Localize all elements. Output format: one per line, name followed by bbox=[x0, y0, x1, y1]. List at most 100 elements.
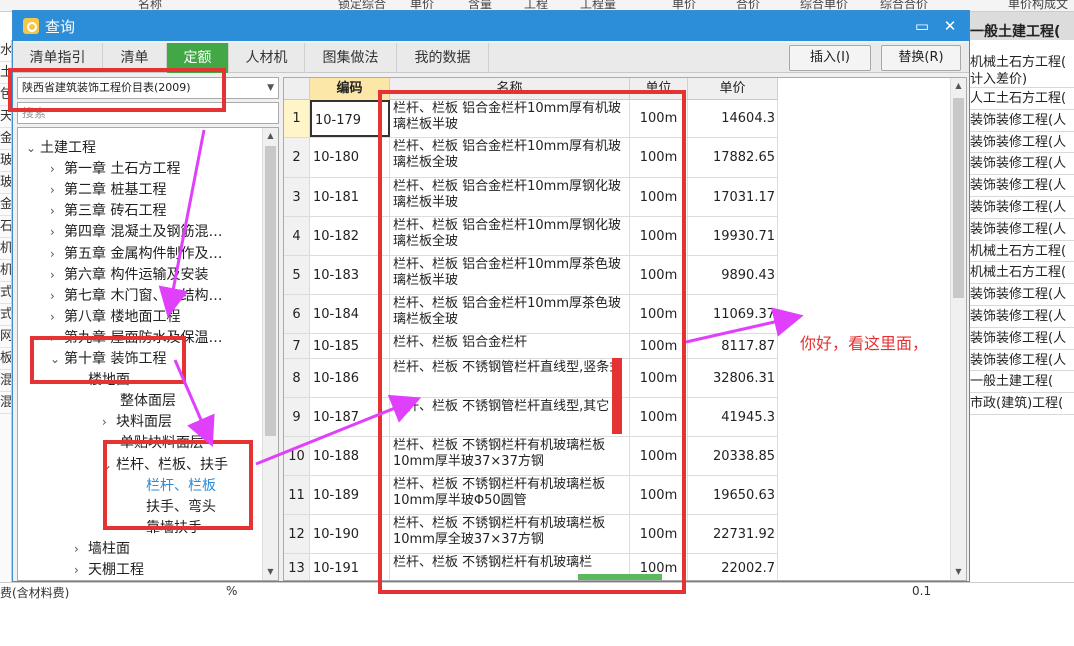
tree-item[interactable]: › 第三章 砖石工程 bbox=[50, 201, 166, 222]
chevron-down-icon[interactable]: ▼ bbox=[267, 78, 274, 98]
background-left-cell: 板 bbox=[0, 348, 11, 370]
chevron-down-icon[interactable]: ⌄ bbox=[50, 349, 64, 370]
tab-atlas-method[interactable]: 图集做法 bbox=[305, 43, 397, 73]
grid-row-price: 8117.87 bbox=[688, 334, 778, 358]
tree-scroll-thumb[interactable] bbox=[265, 146, 276, 436]
grid-horizontal-scroll-thumb[interactable] bbox=[578, 574, 662, 580]
grid-scrollbar[interactable]: ▲ ▼ bbox=[950, 78, 966, 580]
insert-button[interactable]: 插入(I) bbox=[789, 45, 871, 71]
tree-item[interactable]: 栏杆、栏板 bbox=[146, 476, 216, 497]
tree-scrollbar[interactable]: ▲ ▼ bbox=[262, 128, 278, 580]
chevron-right-icon[interactable]: › bbox=[50, 328, 64, 349]
tree-item[interactable]: ⌄ 第十章 装饰工程 bbox=[50, 349, 166, 370]
tree-item[interactable]: 整体面层 bbox=[120, 391, 176, 412]
grid-row[interactable]: 5 10-183 栏杆、栏板 铝合金栏杆10mm厚茶色玻璃栏板半玻 100m 9890.… bbox=[284, 256, 778, 295]
tab-bill-guide[interactable]: 清单指引 bbox=[13, 43, 103, 73]
chevron-right-icon[interactable]: › bbox=[50, 286, 64, 307]
scroll-down-icon[interactable]: ▼ bbox=[263, 564, 278, 580]
tree-item-label: 第五章 金属构件制作及… bbox=[64, 245, 223, 262]
chevron-right-icon[interactable]: › bbox=[50, 307, 64, 328]
grid-row[interactable]: 13 10-191 栏杆、栏板 不锈钢栏杆有机玻璃栏 100m 22002.7 bbox=[284, 554, 778, 580]
tree-item[interactable]: ⌄ 楼地面 bbox=[74, 370, 130, 391]
tree-item[interactable]: › 第五章 金属构件制作及… bbox=[50, 244, 222, 265]
grid-header-price[interactable]: 单价 bbox=[688, 78, 778, 100]
grid-scroll-thumb[interactable] bbox=[953, 98, 964, 298]
chevron-right-icon[interactable]: › bbox=[50, 222, 64, 243]
chevron-right-icon[interactable]: › bbox=[74, 560, 88, 580]
tree-item[interactable]: › 第七章 木门窗、木结构… bbox=[50, 286, 222, 307]
grid-row-unit: 100m bbox=[630, 437, 688, 475]
grid-row-code: 10-188 bbox=[310, 437, 390, 475]
grid-row[interactable]: 11 10-189 栏杆、栏板 不锈钢栏杆有机玻璃栏板10mm厚半玻Φ50圆管 100… bbox=[284, 476, 778, 515]
tree-item[interactable]: 靠墙扶手 bbox=[146, 518, 202, 539]
tree-item[interactable]: › 第二章 桩基工程 bbox=[50, 180, 166, 201]
chevron-right-icon[interactable]: › bbox=[102, 412, 116, 433]
grid-header-code[interactable]: 编码 bbox=[310, 78, 390, 100]
grid-row[interactable]: 10 10-188 栏杆、栏板 不锈钢栏杆有机玻璃栏板10mm厚半玻37×37方钢 1… bbox=[284, 437, 778, 476]
grid-header-name[interactable]: 名称 bbox=[390, 78, 630, 100]
chevron-right-icon[interactable]: › bbox=[50, 265, 64, 286]
tree-item-label: 第八章 楼地面工程 bbox=[64, 308, 181, 325]
background-left-cell: 玻 bbox=[0, 172, 11, 194]
grid-row-index: 2 bbox=[284, 138, 310, 177]
grid-row[interactable]: 9 10-187 栏杆、栏板 不锈钢管栏杆直线型,其它 100m 41945.3 bbox=[284, 398, 778, 437]
grid-row-index: 9 bbox=[284, 398, 310, 436]
grid-row-code: 10-180 bbox=[310, 138, 390, 177]
tree-item[interactable]: ⌄ 土建工程 bbox=[26, 138, 96, 159]
search-input[interactable]: 搜索 bbox=[17, 102, 279, 124]
chapter-tree: ⌄ 土建工程 › 第一章 土石方工程 › 第二章 桩基工程 › 第三章 砖石工程 › 第四章 混凝… bbox=[17, 127, 279, 581]
tree-item[interactable]: › 天棚工程 bbox=[74, 560, 144, 580]
tree-item-label: 墙柱面 bbox=[88, 540, 130, 557]
library-select-value: 陕西省建筑装饰工程价目表(2009) bbox=[22, 81, 191, 94]
tree-item[interactable]: › 墙柱面 bbox=[74, 539, 130, 560]
tree-item[interactable]: › 第九章 屋面防水及保温… bbox=[50, 328, 222, 349]
grid-row-name: 栏杆、栏板 铝合金栏杆 bbox=[390, 334, 630, 358]
tree-item[interactable]: 扶手、弯头 bbox=[146, 497, 216, 518]
tree-item[interactable]: ⌄ 栏杆、栏板、扶手 bbox=[102, 455, 228, 476]
tab-labor-material[interactable]: 人材机 bbox=[229, 43, 305, 73]
tree-item[interactable]: › 块料面层 bbox=[102, 412, 172, 433]
grid-row[interactable]: 12 10-190 栏杆、栏板 不锈钢栏杆有机玻璃栏板10mm厚全玻37×37方钢 1… bbox=[284, 515, 778, 554]
grid-row[interactable]: 4 10-182 栏杆、栏板 铝合金栏杆10mm厚钢化玻璃栏板全玻 100m 19930… bbox=[284, 217, 778, 256]
chevron-right-icon[interactable]: › bbox=[74, 539, 88, 560]
chevron-down-icon[interactable]: ⌄ bbox=[26, 138, 40, 159]
chevron-down-icon[interactable]: ⌄ bbox=[74, 370, 88, 391]
replace-button[interactable]: 替换(R) bbox=[881, 45, 961, 71]
chevron-right-icon[interactable]: › bbox=[50, 244, 64, 265]
background-right-row: 装饰装修工程(人 bbox=[966, 350, 1074, 372]
tab-bill[interactable]: 清单 bbox=[103, 43, 167, 73]
grid-row-index: 8 bbox=[284, 359, 310, 397]
grid-row[interactable]: 3 10-181 栏杆、栏板 铝合金栏杆10mm厚钢化玻璃栏板半玻 100m 17031… bbox=[284, 178, 778, 217]
grid-row[interactable]: 7 10-185 栏杆、栏板 铝合金栏杆 100m 8117.87 bbox=[284, 334, 778, 359]
tree-item[interactable]: › 第八章 楼地面工程 bbox=[50, 307, 180, 328]
tree-item[interactable]: › 第六章 构件运输及安装 bbox=[50, 265, 208, 286]
grid-row[interactable]: 8 10-186 栏杆、栏板 不锈钢管栏杆直线型,竖条式 100m 32806.31 bbox=[284, 359, 778, 398]
scroll-down-icon[interactable]: ▼ bbox=[951, 564, 966, 580]
grid-header-unit[interactable]: 单位 bbox=[630, 78, 688, 100]
grid-row[interactable]: 1 10-179 栏杆、栏板 铝合金栏杆10mm厚有机玻璃栏板半玻 100m 14604… bbox=[284, 100, 778, 138]
scroll-up-icon[interactable]: ▲ bbox=[951, 78, 966, 94]
tree-item[interactable]: › 第四章 混凝土及钢筋混… bbox=[50, 222, 222, 243]
dialog-titlebar[interactable]: 查询 ▭ ✕ bbox=[13, 11, 969, 41]
app-icon bbox=[23, 18, 39, 34]
grid-row-code: 10-187 bbox=[310, 398, 390, 436]
background-right-row: 市政(建筑)工程( bbox=[966, 393, 1074, 415]
chevron-right-icon[interactable]: › bbox=[50, 180, 64, 201]
close-icon[interactable]: ✕ bbox=[939, 15, 961, 37]
tree-item[interactable]: › 第一章 土石方工程 bbox=[50, 159, 180, 180]
tab-my-data[interactable]: 我的数据 bbox=[397, 43, 489, 73]
tree-item[interactable]: 单贴块料面层 bbox=[120, 433, 204, 454]
library-select[interactable]: 陕西省建筑装饰工程价目表(2009) ▼ bbox=[17, 77, 279, 99]
grid-row-index: 1 bbox=[284, 100, 310, 137]
maximize-icon[interactable]: ▭ bbox=[911, 15, 933, 37]
chevron-down-icon[interactable]: ⌄ bbox=[102, 455, 116, 476]
chevron-right-icon[interactable]: › bbox=[50, 201, 64, 222]
grid-row-name: 栏杆、栏板 不锈钢管栏杆直线型,其它 bbox=[390, 398, 630, 436]
tree-item-label: 第七章 木门窗、木结构… bbox=[64, 287, 223, 304]
chevron-right-icon[interactable]: › bbox=[50, 159, 64, 180]
tab-quota[interactable]: 定额 bbox=[167, 43, 229, 73]
scroll-up-icon[interactable]: ▲ bbox=[263, 128, 278, 144]
tree-item-label: 单贴块料面层 bbox=[120, 435, 204, 452]
grid-row[interactable]: 6 10-184 栏杆、栏板 铝合金栏杆10mm厚茶色玻璃栏板全玻 100m 11069… bbox=[284, 295, 778, 334]
grid-row[interactable]: 2 10-180 栏杆、栏板 铝合金栏杆10mm厚有机玻璃栏板全玻 100m 17882… bbox=[284, 138, 778, 178]
